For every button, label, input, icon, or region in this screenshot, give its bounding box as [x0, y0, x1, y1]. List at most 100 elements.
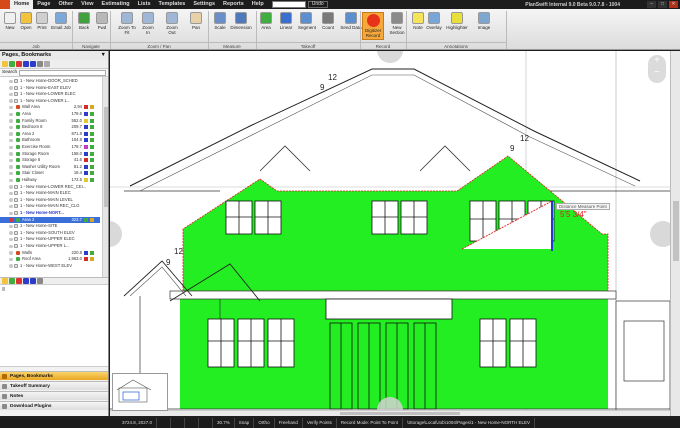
color-swatch-icon[interactable] — [84, 151, 88, 156]
menu-templates[interactable]: Templates — [155, 0, 190, 9]
accordion-takeoff-summary[interactable]: Takeoff Summary — [0, 381, 108, 390]
color-swatch-icon[interactable] — [84, 131, 88, 136]
tree-item-row[interactable]: Storage 6 41.6 — [0, 157, 100, 164]
color-swatch-icon[interactable] — [84, 178, 88, 182]
accordion-pages-bookmarks[interactable]: Pages, Bookmarks — [0, 371, 108, 380]
visibility-toggle-icon[interactable] — [9, 191, 13, 196]
color-swatch-icon[interactable] — [84, 105, 88, 110]
tree-item-row[interactable]: Area 2 323.7 — [0, 216, 100, 224]
tree-page-row[interactable]: 1 - New Home-LOWER REC_CEI... — [0, 184, 100, 191]
tree-item-row[interactable]: Walls 220.8 — [0, 250, 100, 257]
tree-scrollbar[interactable] — [102, 77, 108, 277]
color-swatch-icon[interactable] — [84, 171, 88, 176]
visibility-toggle-icon[interactable] — [9, 178, 13, 182]
tree-page-row[interactable]: 1 - New Home-MAIN ELEC — [0, 190, 100, 197]
tree-page-row[interactable]: 1 - New Home-LOWER ELEC — [0, 91, 100, 98]
close-button[interactable]: ✕ — [669, 1, 678, 8]
visibility-toggle-icon[interactable] — [9, 224, 13, 229]
canvas-v-scroll-thumb[interactable] — [673, 201, 679, 261]
tree-scroll-thumb[interactable] — [104, 107, 108, 207]
menu-view[interactable]: View — [77, 0, 97, 9]
tree-page-row[interactable]: 1 - New Home-SOUTH ELEV — [0, 230, 100, 237]
properties-scroll-stub[interactable] — [2, 287, 5, 291]
zoom-to-fit-button[interactable]: Zoom To Fit — [116, 12, 138, 35]
tree-item-row[interactable]: Exercise Room 178.7 — [0, 144, 100, 151]
scale-button[interactable]: Scale — [212, 12, 228, 30]
email-job-button[interactable]: Email Job — [50, 12, 72, 30]
tree-page-row[interactable]: 1 - New Home-EAST ELEV — [0, 85, 100, 92]
visibility-toggle-icon[interactable] — [9, 165, 13, 169]
tree-page-row[interactable]: 1 - New Home-SITE — [0, 223, 100, 230]
app-logo-icon[interactable] — [0, 0, 10, 9]
menu-reports[interactable]: Reports — [219, 0, 248, 9]
accordion-download-plugins[interactable]: Download Plugins — [0, 401, 108, 410]
canvas-vertical-scrollbar[interactable] — [670, 51, 680, 416]
color-swatch-icon[interactable] — [84, 138, 88, 143]
tree-item-row[interactable]: Stair Closet 18.4 — [0, 170, 100, 177]
tree-page-row[interactable]: 1 - New Home-NORT... — [0, 210, 100, 217]
fwd-button[interactable]: Fwd — [94, 12, 110, 30]
visibility-toggle-icon[interactable] — [9, 119, 13, 123]
tree-page-row[interactable]: 1 - New Home-MAIN LEVEL — [0, 197, 100, 204]
menu-home[interactable]: Home — [10, 0, 34, 9]
tree-item-row[interactable]: Roof Area 1,963.0 — [0, 256, 100, 263]
tree-item-row[interactable]: Wall Area 2,94 — [0, 104, 100, 111]
status-cell[interactable]: Ortho — [254, 418, 275, 428]
dimension-button[interactable]: Dimension — [230, 12, 252, 30]
page-thumbnail-preview[interactable] — [112, 373, 168, 411]
tree-page-row[interactable]: 1 - New Home-UPPER ELEC — [0, 236, 100, 243]
digitizer-record-button[interactable]: Digitizer Record — [362, 12, 384, 40]
back-button[interactable]: Back — [76, 12, 92, 30]
visibility-toggle-icon[interactable] — [9, 79, 13, 83]
pan-button[interactable]: Pan — [188, 12, 204, 30]
tree-item-row[interactable]: Area 2 871.8 — [0, 131, 100, 138]
menu-page[interactable]: Page — [33, 0, 54, 9]
status-cell[interactable]: Freehand — [275, 418, 303, 428]
tree-page-row[interactable]: 1 - New Home-WEST ELEV — [0, 263, 100, 270]
menu-settings[interactable]: Settings — [189, 0, 219, 9]
tree-item-row[interactable]: Area 178.6 — [0, 111, 100, 118]
expand-icon[interactable] — [44, 61, 50, 67]
color-swatch-icon[interactable] — [84, 164, 88, 169]
tree-item-row[interactable]: Washer Utility Room 81.2 — [0, 164, 100, 171]
status-cell[interactable]: Verify Points — [303, 418, 337, 428]
visibility-toggle-icon[interactable] — [9, 158, 13, 163]
menu-other[interactable]: Other — [54, 0, 77, 9]
color-swatch-icon[interactable] — [84, 118, 88, 123]
remove-icon[interactable] — [16, 278, 22, 284]
color-swatch-icon[interactable] — [84, 250, 88, 255]
tree-item-row[interactable]: Storage Room 158.0 — [0, 151, 100, 158]
nav-right-arrow-icon[interactable] — [650, 221, 670, 247]
menu-lists[interactable]: Lists — [134, 0, 155, 9]
note-button[interactable]: Note — [410, 12, 426, 30]
tree-item-row[interactable]: Hallway 172.5 — [0, 177, 100, 184]
visibility-toggle-icon[interactable] — [9, 132, 13, 136]
new-section-button[interactable]: New Section — [386, 12, 408, 35]
linear-button[interactable]: Linear — [278, 12, 294, 30]
visibility-toggle-icon[interactable] — [9, 125, 13, 130]
color-swatch-icon[interactable] — [84, 125, 88, 130]
properties-icon[interactable] — [37, 61, 43, 67]
color-swatch-icon[interactable] — [84, 217, 88, 222]
visibility-toggle-icon[interactable] — [9, 237, 13, 242]
menu-estimating[interactable]: Estimating — [98, 0, 134, 9]
move-down-icon[interactable] — [30, 61, 36, 67]
visibility-toggle-icon[interactable] — [9, 218, 13, 222]
visibility-toggle-icon[interactable] — [9, 264, 13, 268]
visibility-toggle-icon[interactable] — [9, 257, 13, 262]
visibility-toggle-icon[interactable] — [9, 152, 13, 156]
open-button[interactable]: Open — [18, 12, 34, 30]
color-swatch-icon[interactable] — [84, 257, 88, 262]
menu-help[interactable]: Help — [248, 0, 268, 9]
tree-page-row[interactable]: 1 - New Home-LOWER L... — [0, 98, 100, 105]
visibility-toggle-icon[interactable] — [9, 99, 13, 103]
tree-search-input[interactable] — [19, 69, 106, 76]
visibility-toggle-icon[interactable] — [9, 211, 13, 215]
zoom-out-button[interactable]: Zoom Out — [164, 12, 180, 35]
zoom-in-button[interactable]: Zoom In — [140, 12, 156, 35]
print-button[interactable]: Print — [34, 12, 50, 30]
panel-pin-icon[interactable]: ▼ — [101, 51, 108, 60]
folder-icon[interactable] — [2, 278, 8, 284]
drawing-canvas[interactable]: 12 9 12 9 12 9 Distance Measure Point 5'… — [110, 51, 670, 416]
status-cell[interactable]: Snap — [235, 418, 255, 428]
